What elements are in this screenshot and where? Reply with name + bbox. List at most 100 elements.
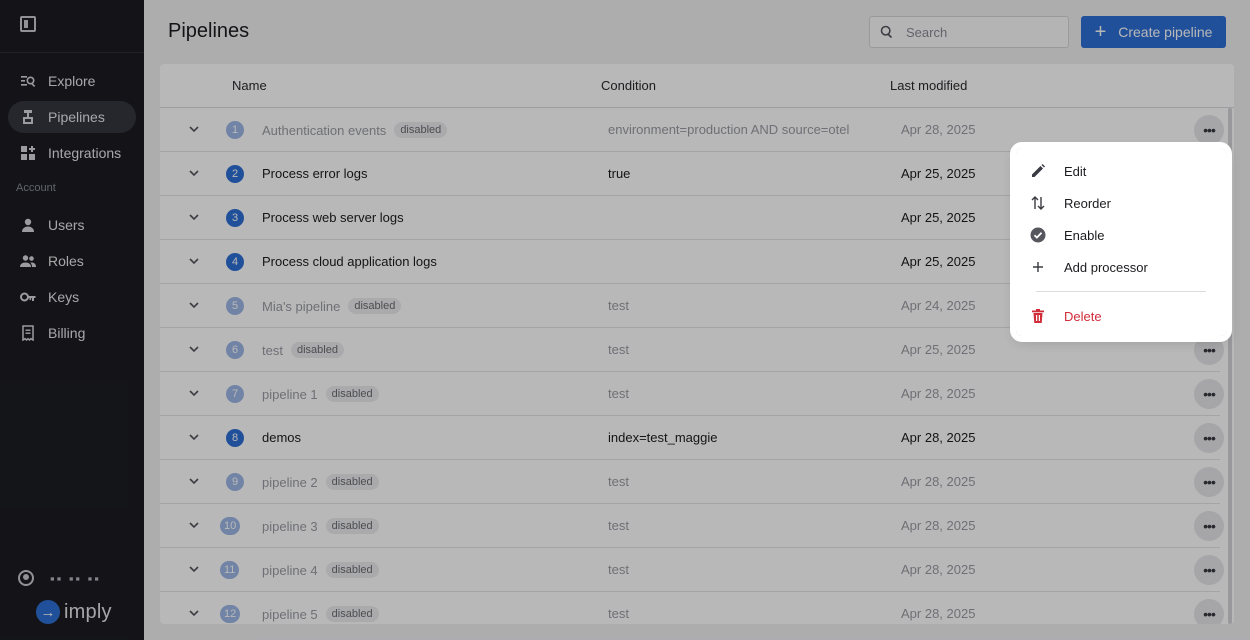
menu-item-delete[interactable]: Delete: [1030, 302, 1210, 330]
chevron-down-icon[interactable]: [188, 123, 200, 135]
more-actions-icon[interactable]: •••: [1194, 115, 1224, 145]
menu-item-label: Add processor: [1064, 259, 1148, 275]
more-actions-icon[interactable]: •••: [1194, 467, 1224, 497]
status-badge: disabled: [290, 342, 344, 358]
pipeline-order-badge: 2: [226, 165, 244, 183]
sidebar-item-keys[interactable]: Keys: [8, 281, 136, 313]
pipeline-name-text: pipeline 1: [262, 386, 318, 402]
pipeline-last-modified: Apr 28, 2025: [901, 562, 976, 577]
menu-item-add-processor[interactable]: Add processor: [1030, 253, 1210, 281]
pipeline-name-text: pipeline 5: [262, 606, 318, 622]
table-row[interactable]: 11 pipeline 4 disabled test Apr 28, 2025 •••: [160, 548, 1224, 592]
sidebar-divider: [0, 52, 144, 53]
sidebar-collapse-icon[interactable]: [20, 16, 36, 32]
table-row[interactable]: 7 pipeline 1 disabled test Apr 28, 2025 •••: [160, 372, 1224, 416]
search-icon: [880, 25, 893, 39]
more-actions-icon[interactable]: •••: [1194, 555, 1224, 585]
column-header-last-modified[interactable]: Last modified: [890, 78, 967, 93]
avatar-icon: [18, 570, 34, 586]
user-menu[interactable]: ▪▪ ▪▪ ▪▪: [18, 570, 101, 586]
sidebar-item-label: Billing: [48, 325, 86, 341]
chevron-down-icon[interactable]: [188, 475, 200, 487]
user-icon: [20, 217, 36, 233]
search-input[interactable]: Search: [869, 16, 1069, 48]
sidebar-item-integrations[interactable]: Integrations: [8, 137, 136, 169]
chevron-down-icon[interactable]: [188, 299, 200, 311]
pipeline-name[interactable]: Process cloud application logs: [262, 254, 437, 269]
chevron-down-icon[interactable]: [188, 563, 200, 575]
sidebar: Explore Pipelines Integrations Account U…: [0, 0, 144, 640]
more-actions-icon[interactable]: •••: [1194, 423, 1224, 453]
pipeline-name[interactable]: Process error logs: [262, 166, 367, 181]
pipeline-name[interactable]: pipeline 3 disabled: [262, 518, 379, 534]
roles-icon: [20, 253, 36, 269]
more-actions-icon[interactable]: •••: [1194, 335, 1224, 365]
chevron-down-icon[interactable]: [188, 519, 200, 531]
pipeline-name-text: demos: [262, 430, 302, 445]
more-actions-icon[interactable]: •••: [1194, 379, 1224, 409]
chevron-down-icon[interactable]: [188, 255, 200, 267]
pipeline-last-modified: Apr 25, 2025: [901, 254, 976, 269]
logo-text: imply: [64, 600, 112, 623]
pipeline-name[interactable]: Authentication events disabled: [262, 122, 448, 138]
pipeline-last-modified: Apr 25, 2025: [901, 166, 976, 181]
menu-item-edit[interactable]: Edit: [1030, 157, 1210, 185]
column-header-condition[interactable]: Condition: [601, 78, 656, 93]
pipeline-name[interactable]: Mia's pipeline disabled: [262, 298, 402, 314]
table-row[interactable]: 12 pipeline 5 disabled test Apr 28, 2025 •••: [160, 592, 1224, 624]
pipeline-name[interactable]: Process web server logs: [262, 210, 404, 225]
status-badge: disabled: [325, 606, 379, 622]
pipeline-order-badge: 4: [226, 253, 244, 271]
status-badge: disabled: [394, 122, 448, 138]
status-badge: disabled: [325, 518, 379, 534]
pipeline-last-modified: Apr 28, 2025: [901, 386, 976, 401]
plus-icon: [1030, 259, 1046, 275]
pipeline-order-badge: 8: [226, 429, 244, 447]
chevron-down-icon[interactable]: [188, 387, 200, 399]
sidebar-item-roles[interactable]: Roles: [8, 245, 136, 277]
pipeline-name[interactable]: pipeline 2 disabled: [262, 474, 379, 490]
pipeline-name[interactable]: pipeline 5 disabled: [262, 606, 379, 622]
pipeline-name[interactable]: test disabled: [262, 342, 344, 358]
reorder-icon: [1030, 195, 1046, 211]
create-pipeline-label: Create pipeline: [1118, 24, 1213, 40]
key-icon: [20, 289, 36, 305]
integrations-icon: [20, 145, 36, 161]
sidebar-section-account: Account: [16, 182, 56, 194]
status-badge: disabled: [325, 562, 379, 578]
table-row[interactable]: 10 pipeline 3 disabled test Apr 28, 2025 •••: [160, 504, 1224, 548]
pipeline-name[interactable]: demos: [262, 430, 301, 445]
search-placeholder: Search: [906, 24, 948, 40]
chevron-down-icon[interactable]: [188, 167, 200, 179]
pipeline-condition: true: [608, 166, 631, 181]
column-header-name[interactable]: Name: [232, 78, 267, 93]
scrollbar[interactable]: [1228, 108, 1232, 624]
pipeline-condition: test: [608, 562, 629, 577]
menu-item-reorder[interactable]: Reorder: [1030, 189, 1210, 217]
pipeline-last-modified: Apr 28, 2025: [901, 518, 976, 533]
chevron-down-icon[interactable]: [188, 343, 200, 355]
pipeline-name[interactable]: pipeline 1 disabled: [262, 386, 379, 402]
table-row[interactable]: 1 Authentication events disabled environmen…: [160, 108, 1224, 152]
pipeline-order-badge: 10: [220, 517, 241, 535]
pipeline-name-text: Mia's pipeline: [262, 298, 341, 314]
more-actions-icon[interactable]: •••: [1194, 511, 1224, 541]
chevron-down-icon[interactable]: [188, 211, 200, 223]
create-pipeline-button[interactable]: + Create pipeline: [1081, 16, 1226, 48]
sidebar-item-pipelines[interactable]: Pipelines: [8, 101, 136, 133]
chevron-down-icon[interactable]: [188, 607, 200, 619]
table-row[interactable]: 9 pipeline 2 disabled test Apr 28, 2025 •••: [160, 460, 1224, 504]
chevron-down-icon[interactable]: [188, 431, 200, 443]
more-actions-icon[interactable]: •••: [1194, 599, 1224, 624]
sidebar-item-billing[interactable]: Billing: [8, 317, 136, 349]
pipeline-name-text: pipeline 4: [262, 562, 318, 578]
status-badge: disabled: [325, 474, 379, 490]
pipeline-last-modified: Apr 28, 2025: [901, 430, 976, 445]
sidebar-item-explore[interactable]: Explore: [8, 65, 136, 97]
table-row[interactable]: 8 demos index=test_maggie Apr 28, 2025 •••: [160, 416, 1224, 460]
menu-item-enable[interactable]: Enable: [1030, 221, 1210, 249]
sidebar-item-users[interactable]: Users: [8, 209, 136, 241]
pipeline-order-badge: 11: [220, 561, 240, 579]
pipeline-order-badge: 3: [226, 209, 244, 227]
pipeline-name[interactable]: pipeline 4 disabled: [262, 562, 379, 578]
